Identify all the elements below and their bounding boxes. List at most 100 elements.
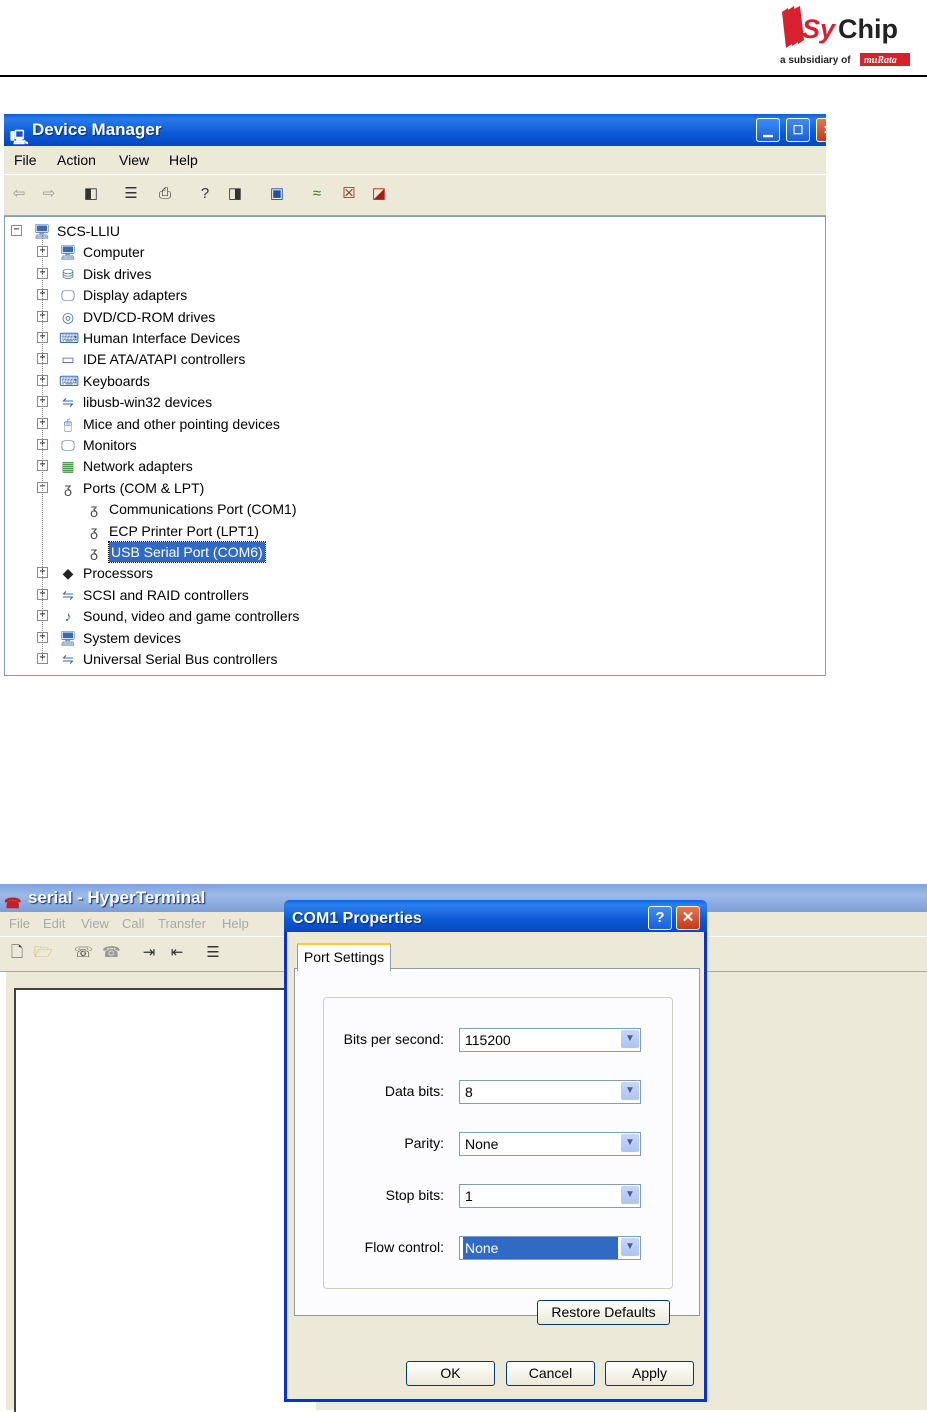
tree-category[interactable]: + ▦ Network adapters xyxy=(5,456,825,476)
uninstall-icon[interactable]: ☒ xyxy=(340,185,358,203)
maximize-button[interactable]: ☐ xyxy=(786,118,810,142)
menu-action[interactable]: Action xyxy=(57,146,96,174)
pane-icon[interactable]: ◨ xyxy=(226,185,244,203)
tree-category[interactable]: + 🖱 Mice and other pointing devices xyxy=(5,414,825,434)
tree-root[interactable]: − 🖥 SCS-LLIU xyxy=(5,221,825,241)
console-tree-icon[interactable]: ◧ xyxy=(82,185,100,203)
tab-port-settings[interactable]: Port Settings xyxy=(297,943,391,971)
update-driver-icon[interactable]: ≈ xyxy=(308,185,326,203)
close-button[interactable]: ✕ xyxy=(676,906,700,930)
new-icon[interactable]: 🗋 xyxy=(8,944,26,962)
tree-category[interactable]: + ◆ Processors xyxy=(5,563,825,583)
ok-button[interactable]: OK xyxy=(406,1361,495,1386)
chevron-down-icon[interactable]: ▼ xyxy=(621,1030,639,1048)
tree-category[interactable]: + ◎ DVD/CD-ROM drives xyxy=(5,307,825,327)
network-icon: ▦ xyxy=(61,458,75,475)
connect-icon[interactable]: ☏ xyxy=(74,944,93,962)
tree-item-label: Display adapters xyxy=(83,287,188,304)
disconnect-icon[interactable]: ☎ xyxy=(102,944,121,962)
tree-category[interactable]: + 🖵 Display adapters xyxy=(5,285,825,305)
menu-file[interactable]: File xyxy=(14,146,37,174)
port-icon: ᵹ xyxy=(64,479,72,496)
logo-tagline: a subsidiary of xyxy=(780,55,851,66)
chevron-down-icon[interactable]: ▼ xyxy=(621,1238,639,1256)
back-arrow-icon[interactable]: ⇦ xyxy=(10,185,28,203)
sychip-logo: Sy Chip a subsidiary of muRata xyxy=(776,4,916,70)
device-manager-title-bar[interactable]: 🖳 Device Manager ▁ ☐ ✕ xyxy=(4,114,826,146)
minimize-button[interactable]: ▁ xyxy=(756,118,780,142)
menu-bar: File Action View Help xyxy=(4,146,826,174)
apply-button[interactable]: Apply xyxy=(605,1361,694,1386)
cancel-button[interactable]: Cancel xyxy=(506,1361,595,1386)
tree-category[interactable]: + ▭ IDE ATA/ATAPI controllers xyxy=(5,349,825,369)
help-button[interactable]: ? xyxy=(648,906,672,930)
tree-category[interactable]: + ⌨ Human Interface Devices xyxy=(5,328,825,348)
send-icon[interactable]: ⇥ xyxy=(140,944,158,962)
port-icon: ᵹ xyxy=(90,501,98,518)
field-label: Data bits: xyxy=(384,1083,444,1099)
chevron-down-icon[interactable]: ▼ xyxy=(621,1134,639,1152)
menu-help[interactable]: Help xyxy=(222,912,249,936)
toolbar: ⇦ ⇨ ◧ ☰ ⎙ ? ◨ ▣ ≈ ☒ ◪ xyxy=(4,174,826,216)
tree-item-label: SCS-LLIU xyxy=(57,223,121,239)
tree-category[interactable]: + ⇋ SCSI and RAID controllers xyxy=(5,585,825,605)
dialog-title-bar[interactable]: COM1 Properties ? ✕ xyxy=(284,900,707,932)
menu-file[interactable]: File xyxy=(9,912,30,936)
port-icon: ᵹ xyxy=(90,544,98,560)
tree-item-label: System devices xyxy=(83,629,182,646)
properties-icon[interactable]: ☰ xyxy=(122,185,140,203)
tree-category[interactable]: + ⇋ libusb-win32 devices xyxy=(5,392,825,412)
tree-item-label: Keyboards xyxy=(83,372,150,389)
properties-icon[interactable]: ☰ xyxy=(204,944,222,962)
menu-edit[interactable]: Edit xyxy=(43,912,65,936)
device-manager-window: 🖳 Device Manager ▁ ☐ ✕ File Action View … xyxy=(4,114,826,676)
tree-category[interactable]: + ⛁ Disk drives xyxy=(5,264,825,284)
open-icon[interactable]: 🗁 xyxy=(34,944,53,962)
close-button[interactable]: ✕ xyxy=(816,118,826,142)
forward-arrow-icon[interactable]: ⇨ xyxy=(40,185,58,203)
chevron-down-icon[interactable]: ▼ xyxy=(621,1186,639,1204)
tree-category[interactable]: + 🖥 System devices xyxy=(5,628,825,648)
tree-category[interactable]: + ⇋ Universal Serial Bus controllers xyxy=(5,649,825,669)
chevron-down-icon[interactable]: ▼ xyxy=(621,1082,639,1100)
menu-help[interactable]: Help xyxy=(169,146,198,174)
menu-view[interactable]: View xyxy=(81,912,109,936)
tree-item-label: Network adapters xyxy=(83,458,193,475)
tree-category[interactable]: + ⌨ Keyboards xyxy=(5,371,825,391)
tree-item-label: DVD/CD-ROM drives xyxy=(83,308,216,325)
tree-connector xyxy=(42,235,43,661)
tree-port-item[interactable]: ᵹ USB Serial Port (COM6) xyxy=(5,541,825,563)
disable-icon[interactable]: ◪ xyxy=(370,185,388,203)
collapse-icon[interactable]: − xyxy=(11,225,22,236)
setting-select[interactable]: 8 ▼ xyxy=(459,1080,641,1104)
menu-view[interactable]: View xyxy=(119,146,149,174)
device-tree: − 🖥 SCS-LLIU + 🖥 Computer + ⛁ Disk drives + 🖵 Displ… xyxy=(4,216,826,676)
tree-item-label: Universal Serial Bus controllers xyxy=(83,651,278,667)
restore-defaults-button[interactable]: Restore Defaults xyxy=(537,1300,670,1325)
setting-select[interactable]: None ▼ xyxy=(459,1132,641,1156)
tree-item-label: libusb-win32 devices xyxy=(83,394,213,411)
tree-item-label: Sound, video and game controllers xyxy=(83,608,300,625)
tree-item-label: Processors xyxy=(83,565,154,582)
field-label: Parity: xyxy=(404,1135,444,1151)
terminal-screen[interactable] xyxy=(14,988,316,1412)
setting-select[interactable]: 1 ▼ xyxy=(459,1184,641,1208)
menu-call[interactable]: Call xyxy=(122,912,144,936)
scan-hardware-icon[interactable]: ▣ xyxy=(268,185,286,203)
help-icon[interactable]: ? xyxy=(196,185,214,203)
tree-item-label: Computer xyxy=(83,244,145,261)
print-icon[interactable]: ⎙ xyxy=(156,185,174,203)
setting-select[interactable]: None ▼ xyxy=(459,1236,641,1260)
tree-port-item[interactable]: ᵹ Communications Port (COM1) xyxy=(5,499,825,519)
select-value: 8 xyxy=(465,1084,473,1100)
tree-category[interactable]: + 🖥 Computer xyxy=(5,242,825,262)
tree-item-label: Ports (COM & LPT) xyxy=(83,479,205,496)
tree-port-item[interactable]: ᵹ ECP Printer Port (LPT1) xyxy=(5,521,825,541)
tree-category[interactable]: + 🖵 Monitors xyxy=(5,435,825,455)
menu-transfer[interactable]: Transfer xyxy=(158,912,206,936)
setting-select[interactable]: 115200 ▼ xyxy=(459,1028,641,1052)
receive-icon[interactable]: ⇤ xyxy=(168,944,186,962)
scsi-icon: ⇋ xyxy=(62,586,74,603)
tree-category[interactable]: + ♪ Sound, video and game controllers xyxy=(5,606,825,626)
tree-category[interactable]: − ᵹ Ports (COM & LPT) xyxy=(5,478,825,498)
